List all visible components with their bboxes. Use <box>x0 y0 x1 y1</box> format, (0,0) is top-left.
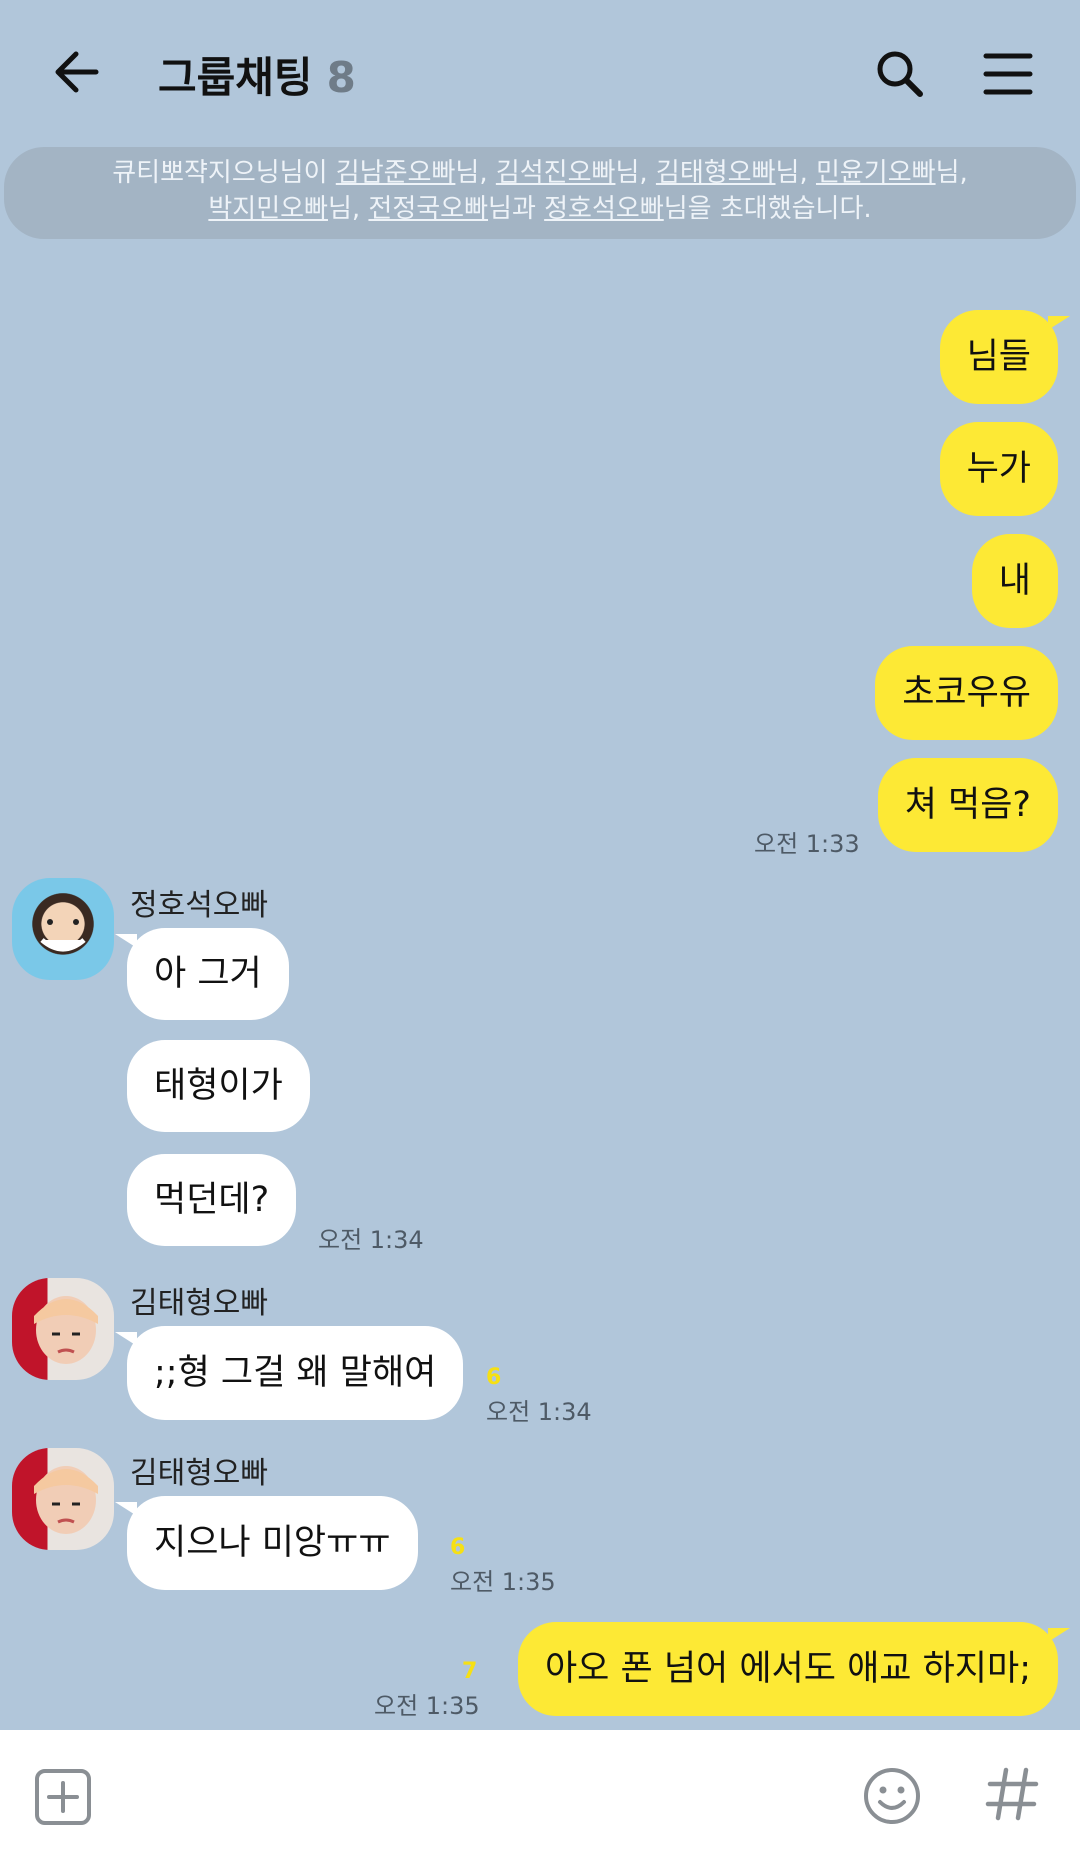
search-icon <box>877 51 923 97</box>
suffix: 님 <box>455 158 480 188</box>
message-text: 님들 <box>966 337 1031 377</box>
message-timestamp: 오전 1:33 <box>754 830 860 858</box>
hashtag-button[interactable] <box>982 1764 1042 1824</box>
separator: , <box>479 158 496 188</box>
invitee-name: 박지민오빠 <box>208 194 328 224</box>
my-message-bubble[interactable]: 쳐 먹음? <box>877 758 1058 852</box>
smiley-icon <box>864 1768 920 1824</box>
conjunction: 님과 <box>488 194 545 224</box>
message-timestamp: 오전 1:34 <box>486 1398 592 1426</box>
attach-button[interactable] <box>34 1768 92 1826</box>
my-message-bubble[interactable]: 초코우유 <box>875 646 1058 740</box>
my-message-bubble[interactable]: 내 <box>971 534 1058 628</box>
arrow-left-icon <box>55 51 99 93</box>
message-text: 초코우유 <box>902 673 1031 713</box>
search-button[interactable] <box>872 46 928 102</box>
hash-icon <box>985 1767 1039 1821</box>
unread-count: 6 <box>450 1535 466 1560</box>
message-text: 아오 폰 넘어 에서도 애교 하지마; <box>544 1649 1031 1689</box>
message-text: 먹던데? <box>154 1180 270 1220</box>
message-text: 지으나 미앙ㅠㅠ <box>154 1523 391 1563</box>
menu-button[interactable] <box>980 46 1036 102</box>
chat-title: 그룹채팅 8 <box>158 44 356 105</box>
invitee-name: 김석진오빠 <box>495 158 616 188</box>
my-message-bubble[interactable]: 님들 <box>939 310 1071 404</box>
separator: , <box>639 158 656 188</box>
invitee-name: 정호석오빠 <box>544 194 664 224</box>
suffix: 님 <box>327 194 352 224</box>
invitee-name: 전정국오빠 <box>368 194 489 224</box>
other-message-bubble[interactable]: 먹던데? <box>127 1154 297 1246</box>
plus-square-icon <box>35 1769 91 1825</box>
other-message-bubble[interactable]: 지으나 미앙ㅠㅠ <box>115 1496 418 1590</box>
invite-ending: 님을 초대했습니다. <box>663 194 872 224</box>
suffix: 님 <box>935 158 960 188</box>
my-message-bubble[interactable]: 누가 <box>939 422 1058 516</box>
message-timestamp: 오전 1:35 <box>450 1568 556 1596</box>
message-input-bar[interactable] <box>0 1730 1080 1857</box>
emoticon-button[interactable] <box>862 1766 922 1826</box>
invitee-name: 김태형오빠 <box>655 158 776 188</box>
member-count: 8 <box>326 53 356 102</box>
message-text: 내 <box>998 561 1031 601</box>
chat-header: 그룹채팅 8 <box>0 0 1080 150</box>
other-message-bubble[interactable]: ;;형 그걸 왜 말해여 <box>114 1326 464 1420</box>
avatar-image <box>34 1466 98 1534</box>
message-text: ;;형 그걸 왜 말해여 <box>154 1353 437 1393</box>
sender-name: 김태형오빠 <box>130 1456 268 1491</box>
message-text: 아 그거 <box>154 954 262 994</box>
my-message-bubble[interactable]: 아오 폰 넘어 에서도 애교 하지마; <box>517 1622 1071 1716</box>
invite-system-message: 큐티뽀쟉지으닝님이 김남준오빠님, 김석진오빠님, 김태형오빠님, 민윤기오빠님… <box>4 147 1076 239</box>
separator: , <box>799 158 816 188</box>
message-timestamp: 오전 1:34 <box>318 1226 424 1254</box>
avatar-taehyung[interactable] <box>12 1448 114 1550</box>
unread-count: 6 <box>486 1365 502 1390</box>
inviter-text: 큐티뽀쟉지으닝님이 <box>112 158 336 188</box>
other-message-bubble[interactable]: 태형이가 <box>127 1040 310 1132</box>
avatar-image <box>40 919 86 952</box>
sender-name: 김태형오빠 <box>130 1286 268 1321</box>
message-text: 누가 <box>966 449 1031 489</box>
unread-count: 7 <box>462 1659 478 1684</box>
chat-title-text: 그룹채팅 <box>158 53 313 102</box>
invitee-name: 김남준오빠 <box>335 158 456 188</box>
invitee-name: 민윤기오빠 <box>815 158 936 188</box>
avatar-image <box>34 1296 98 1364</box>
hamburger-icon <box>983 53 1033 95</box>
message-text: 태형이가 <box>154 1066 283 1106</box>
separator: , <box>959 158 968 188</box>
suffix: 님 <box>615 158 640 188</box>
invite-line-2: 박지민오빠님, 전정국오빠님과 정호석오빠님을 초대했습니다. <box>4 191 1076 227</box>
avatar-jhope[interactable] <box>12 878 114 980</box>
back-button[interactable] <box>50 44 106 100</box>
suffix: 님 <box>775 158 800 188</box>
message-timestamp: 오전 1:35 <box>374 1692 480 1720</box>
invite-line-1: 큐티뽀쟉지으닝님이 김남준오빠님, 김석진오빠님, 김태형오빠님, 민윤기오빠님… <box>4 155 1076 191</box>
message-text: 쳐 먹음? <box>904 785 1031 825</box>
avatar-taehyung[interactable] <box>12 1278 114 1380</box>
other-message-bubble[interactable]: 아 그거 <box>115 928 289 1020</box>
sender-name: 정호석오빠 <box>130 888 268 923</box>
separator: , <box>351 194 369 224</box>
